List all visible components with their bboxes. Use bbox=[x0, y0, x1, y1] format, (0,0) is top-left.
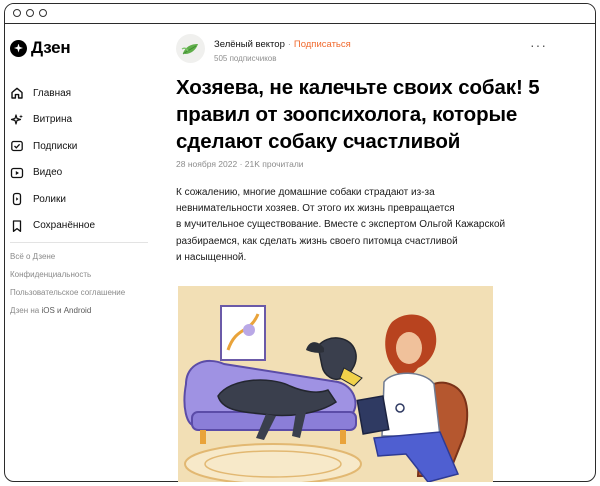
sidebar-item-label: Видео bbox=[33, 167, 63, 179]
dzen-logo[interactable]: Дзен bbox=[10, 38, 71, 58]
apps-platforms: iOS и Android bbox=[41, 306, 92, 315]
lead-line: невнимательности хозяев. От этого их жиз… bbox=[176, 203, 455, 215]
footer-link-apps[interactable]: Дзен на iOS и Android bbox=[10, 306, 125, 324]
dzen-logo-icon bbox=[10, 39, 27, 57]
apps-prefix: Дзен на bbox=[10, 306, 42, 315]
channel-name[interactable]: Зелёный вектор bbox=[214, 39, 285, 50]
subscriber-count: 505 подписчиков bbox=[214, 54, 277, 63]
bookmark-icon bbox=[10, 219, 24, 233]
sidebar-item-label: Главная bbox=[33, 87, 72, 99]
sidebar-item-label: Ролики bbox=[33, 193, 66, 205]
sidebar-item-showcase[interactable]: Витрина bbox=[10, 107, 160, 134]
lead-line: разбираемся, как сделать жизнь своего пи… bbox=[176, 235, 458, 247]
sidebar-divider bbox=[10, 242, 148, 243]
lead-line: в мучительное существование. Вместе с эк… bbox=[176, 219, 506, 231]
logo-text: Дзен bbox=[31, 38, 71, 57]
sidebar-item-shorts[interactable]: Ролики bbox=[10, 186, 160, 213]
article-title: Хозяева, не калечьте своих собак! 5 прав… bbox=[176, 76, 540, 153]
sidebar-item-label: Подписки bbox=[33, 140, 78, 152]
lead-line: и насыщенной. bbox=[176, 251, 247, 263]
footer-link-terms[interactable]: Пользовательское соглашение bbox=[10, 288, 125, 306]
sidebar-item-label: Сохранённое bbox=[33, 220, 96, 232]
sidebar-item-video[interactable]: Видео bbox=[10, 160, 160, 187]
channel-info: Зелёный вектор · Подписаться 505 подписчик… bbox=[214, 34, 351, 63]
sidebar-footer: Всё о Дзене Конфиденциальность Пользоват… bbox=[10, 252, 125, 324]
window-titlebar bbox=[5, 4, 595, 24]
sidebar-item-saved[interactable]: Сохранённое bbox=[10, 213, 160, 240]
lead-line: К сожалению, многие домашние собаки стра… bbox=[176, 187, 435, 198]
article-illustration[interactable] bbox=[178, 286, 493, 482]
sidebar-item-subscriptions[interactable]: Подписки bbox=[10, 133, 160, 160]
channel-avatar[interactable] bbox=[176, 34, 205, 63]
psychologist-dog-illustration bbox=[178, 286, 493, 482]
footer-link-privacy[interactable]: Конфиденциальность bbox=[10, 270, 125, 288]
leaf-logo-icon bbox=[181, 43, 198, 54]
article-lead: К сожалению, многие домашние собаки стра… bbox=[176, 185, 576, 266]
footer-link-about[interactable]: Всё о Дзене bbox=[10, 252, 125, 270]
check-box-icon bbox=[10, 139, 24, 153]
sidebar-nav: Главная Витрина Подписки Видео Ролики Со… bbox=[10, 80, 160, 239]
window-maximize-dot[interactable] bbox=[39, 9, 47, 17]
channel-separator: · bbox=[287, 39, 291, 49]
channel-header: Зелёный вектор · Подписаться 505 подписчик… bbox=[176, 34, 351, 63]
sparkle-icon bbox=[10, 113, 24, 127]
window-close-dot[interactable] bbox=[13, 9, 21, 17]
window-minimize-dot[interactable] bbox=[26, 9, 34, 17]
shorts-icon bbox=[10, 192, 24, 206]
more-options-icon[interactable]: ··· bbox=[530, 38, 547, 52]
sidebar-item-label: Витрина bbox=[33, 114, 73, 126]
subscribe-button[interactable]: Подписаться bbox=[294, 39, 351, 50]
article-meta: 28 ноября 2022 · 21K прочитали bbox=[176, 159, 304, 169]
play-icon bbox=[10, 166, 24, 180]
sidebar-item-home[interactable]: Главная bbox=[10, 80, 160, 107]
home-icon bbox=[10, 86, 24, 100]
